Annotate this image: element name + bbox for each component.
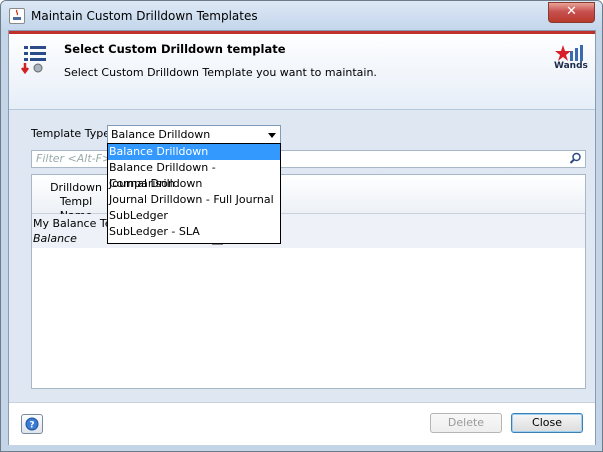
header-title: Select Custom Drilldown template xyxy=(64,42,286,56)
footer-bar xyxy=(9,402,595,445)
row-template-type: Balance xyxy=(33,232,77,245)
svg-text:?: ? xyxy=(29,421,34,431)
dropdown-option[interactable]: Journal Drilldown xyxy=(108,176,280,192)
close-button[interactable]: Close xyxy=(511,413,583,433)
title-bar[interactable]: Maintain Custom Drilldown Templates ✕ xyxy=(1,1,602,30)
window-close-button[interactable]: ✕ xyxy=(548,2,595,23)
column-header-line1: Drilldown Templ xyxy=(50,181,102,208)
search-icon[interactable] xyxy=(569,152,582,168)
template-type-label: Template Type xyxy=(31,127,110,140)
template-type-combobox[interactable]: Balance Drilldown xyxy=(107,125,281,145)
window-title: Maintain Custom Drilldown Templates xyxy=(31,9,258,23)
chevron-down-icon[interactable] xyxy=(268,133,276,138)
dropdown-option[interactable]: Balance Drilldown - Comparison xyxy=(108,160,280,190)
dialog-content: Select Custom Drilldown template Select … xyxy=(8,30,596,445)
help-icon: ? xyxy=(25,417,39,431)
filter-placeholder: Filter <Alt-F> xyxy=(36,152,112,165)
help-button[interactable]: ? xyxy=(21,414,43,434)
dropdown-option[interactable]: SubLedger xyxy=(108,208,280,224)
template-list-icon xyxy=(21,43,51,75)
template-type-dropdown-list: Balance Drilldown Balance Drilldown - Co… xyxy=(107,143,281,244)
dialog-window: Maintain Custom Drilldown Templates ✕ Se… xyxy=(0,0,603,452)
header-subtitle: Select Custom Drilldown Template you wan… xyxy=(64,66,377,79)
wands-logo-label: Wands xyxy=(554,61,588,71)
header-accent-line xyxy=(9,31,595,34)
dropdown-option[interactable]: Balance Drilldown xyxy=(108,144,280,160)
delete-button[interactable]: Delete xyxy=(430,413,502,433)
header-band: Select Custom Drilldown template Select … xyxy=(9,31,595,110)
java-app-icon xyxy=(9,8,25,24)
dropdown-option[interactable]: Journal Drilldown - Full Journal xyxy=(108,192,280,208)
template-type-value: Balance Drilldown xyxy=(111,128,211,141)
dropdown-option[interactable]: SubLedger - SLA xyxy=(108,224,280,240)
